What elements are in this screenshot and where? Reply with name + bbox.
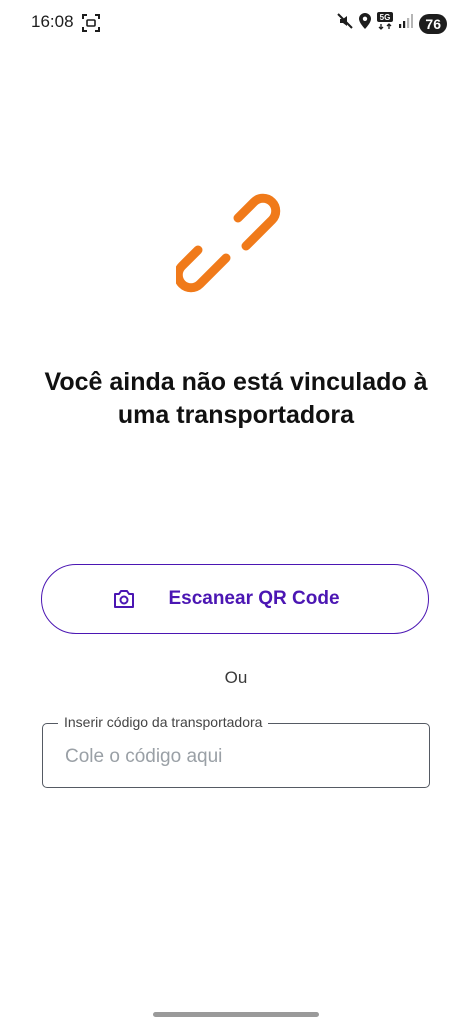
- camera-icon: [114, 587, 136, 611]
- signal-icon: [399, 14, 414, 33]
- link-broken-icon: [173, 190, 296, 315]
- scan-qr-code-label: Escanear QR Code: [168, 588, 340, 609]
- scan-qr-code-button[interactable]: Escanear QR Code: [41, 564, 429, 634]
- carrier-code-input[interactable]: [63, 742, 407, 772]
- network-5g-icon: 5G: [377, 12, 394, 35]
- carrier-code-label: Inserir código da transportadora: [58, 714, 269, 730]
- battery-indicator: 76: [419, 13, 447, 34]
- home-indicator[interactable]: [153, 1012, 319, 1017]
- carrier-code-field[interactable]: Inserir código da transportadora: [42, 714, 430, 788]
- network-label: 5G: [380, 13, 391, 22]
- status-time: 16:08: [31, 12, 74, 31]
- status-bar: 16:08 5G 76: [0, 0, 472, 48]
- or-separator: Ou: [224, 668, 248, 687]
- screenshot-icon: [82, 14, 100, 37]
- mute-icon: [337, 13, 354, 34]
- empty-state-title: Você ainda não está vinculado à uma tran…: [44, 368, 428, 429]
- location-icon: [359, 13, 372, 34]
- status-icons: 5G 76: [337, 12, 447, 35]
